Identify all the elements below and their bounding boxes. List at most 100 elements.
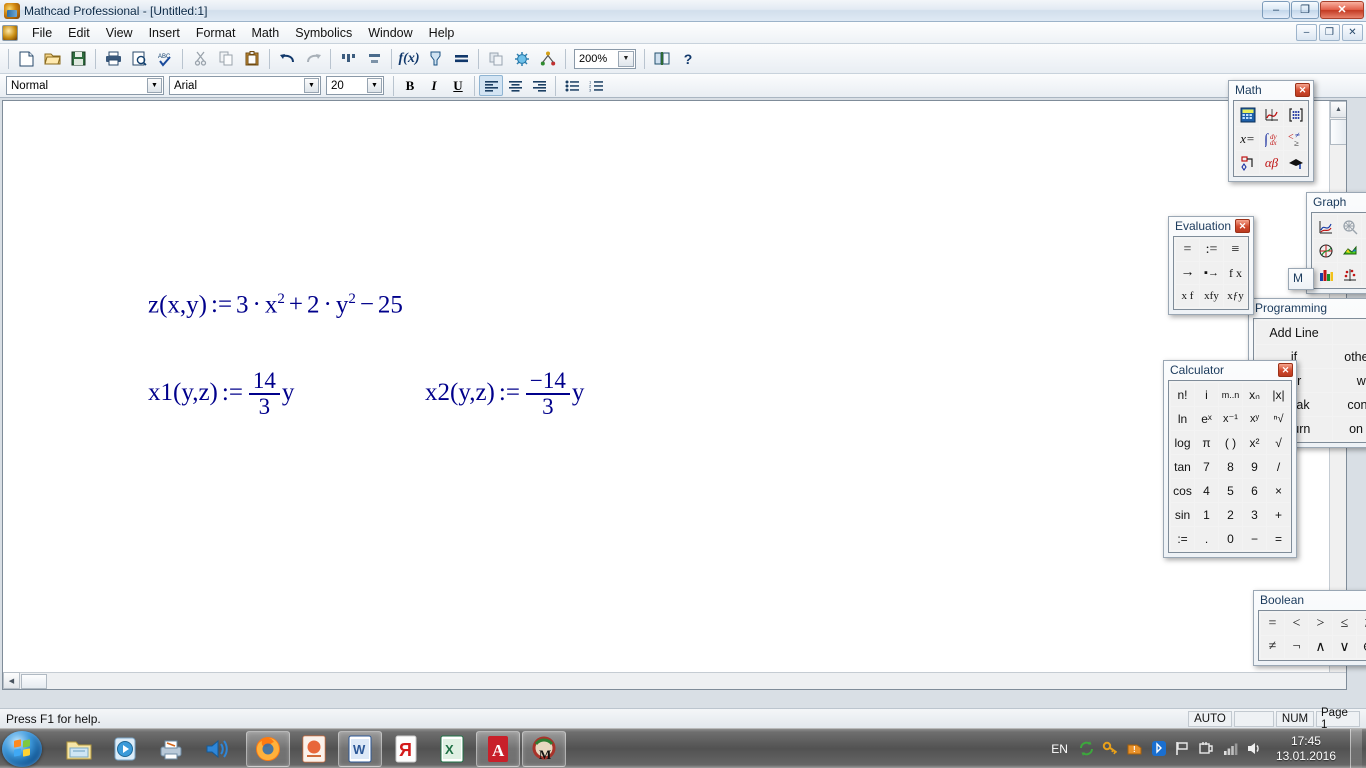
boolean-toolbar-icon[interactable]: < ≠ ≥ (1284, 127, 1307, 150)
global-definition-button[interactable]: ≡ (1224, 239, 1247, 261)
resource-center-button[interactable] (536, 47, 560, 71)
print-button[interactable] (101, 47, 125, 71)
menu-view[interactable]: View (98, 23, 141, 43)
menu-format[interactable]: Format (188, 23, 244, 43)
align-down-button[interactable] (362, 47, 386, 71)
equation-z[interactable]: z(x,y):= 3 · x2 +2 · y2−25 (148, 291, 403, 319)
style-combobox[interactable]: Normal ▼ (6, 76, 164, 95)
zoom-plot-icon[interactable] (1338, 215, 1361, 238)
volume-icon[interactable] (1246, 740, 1264, 758)
greek-toolbar-icon[interactable]: αβ (1260, 151, 1283, 174)
undo-button[interactable] (275, 47, 299, 71)
divide-button[interactable]: / (1267, 455, 1290, 478)
network-signal-icon[interactable] (1222, 740, 1240, 758)
insert-function-button[interactable]: f(x) (397, 47, 421, 71)
context-help-button[interactable]: ? (676, 47, 700, 71)
matrix-palette[interactable]: M (1288, 268, 1314, 290)
logical-and-button[interactable]: ∧ (1309, 636, 1332, 658)
tan-button[interactable]: tan (1171, 455, 1194, 478)
digit-9-button[interactable]: 9 (1243, 455, 1266, 478)
evaluation-toolbar-icon[interactable]: x= (1236, 127, 1259, 150)
cut-button[interactable] (188, 47, 212, 71)
logical-xor-button[interactable]: ⊕ (1357, 636, 1366, 658)
digit-6-button[interactable]: 6 (1243, 479, 1266, 502)
italic-button[interactable]: I (422, 75, 446, 96)
digit-0-button[interactable]: 0 (1219, 527, 1242, 550)
vertical-scroll-thumb[interactable] (1330, 119, 1346, 145)
menu-math[interactable]: Math (243, 23, 287, 43)
digit-4-button[interactable]: 4 (1195, 479, 1218, 502)
add-line-button[interactable]: Add Line (1256, 321, 1332, 344)
multiply-button[interactable]: × (1267, 479, 1290, 502)
new-document-button[interactable] (14, 47, 38, 71)
bold-button[interactable]: B (398, 75, 422, 96)
symbolic-keyword-eval-button[interactable]: ▪→ (1200, 262, 1223, 284)
zoom-combobox[interactable]: 200% ▼ (574, 48, 636, 69)
less-than-button[interactable]: < (1285, 613, 1308, 635)
menu-symbolics[interactable]: Symbolics (287, 23, 360, 43)
save-document-button[interactable] (66, 47, 90, 71)
treefix-operator-button[interactable]: xƒy (1224, 285, 1247, 307)
digit-1-button[interactable]: 1 (1195, 503, 1218, 526)
menu-window[interactable]: Window (360, 23, 420, 43)
inverse-button[interactable]: x⁻¹ (1219, 407, 1242, 430)
close-icon[interactable]: ✕ (1295, 83, 1310, 97)
start-button[interactable] (2, 730, 42, 767)
assign-button[interactable]: := (1171, 527, 1194, 550)
subscript-button[interactable]: m..n (1219, 383, 1242, 406)
spell-check-button[interactable]: ABC (153, 47, 177, 71)
equals-button[interactable]: = (1176, 239, 1199, 261)
bullet-list-button[interactable] (560, 75, 584, 96)
minus-button[interactable]: − (1243, 527, 1266, 550)
document-icon[interactable] (2, 24, 18, 41)
prefix-operator-button[interactable]: x f (1176, 285, 1199, 307)
logical-or-button[interactable]: ∨ (1333, 636, 1356, 658)
calculator-palette[interactable]: Calculator ✕ n! i m..n xₙ |x| ln eˣ x⁻¹ … (1163, 360, 1297, 558)
flag-icon[interactable] (1174, 740, 1192, 758)
pi-button[interactable]: π (1195, 431, 1218, 454)
sync-icon[interactable] (1078, 740, 1096, 758)
plus-button[interactable]: + (1267, 503, 1290, 526)
polar-plot-icon[interactable] (1314, 239, 1337, 262)
align-right-button[interactable] (527, 75, 551, 96)
taskbar-media-player[interactable] (103, 731, 147, 767)
print-preview-button[interactable] (127, 47, 151, 71)
matrix-toolbar-icon[interactable] (1284, 103, 1307, 126)
power-icon[interactable] (1198, 740, 1216, 758)
calculate-button[interactable] (449, 47, 473, 71)
square-root-button[interactable]: √ (1267, 431, 1290, 454)
scroll-left-button[interactable]: ◀ (3, 672, 20, 689)
factorial-button[interactable]: n! (1171, 383, 1194, 406)
taskbar-mathcad[interactable]: M (522, 730, 566, 767)
close-icon[interactable]: ✕ (1235, 219, 1250, 233)
underline-button[interactable]: U (446, 75, 470, 96)
equals-button[interactable]: = (1267, 527, 1290, 550)
sin-button[interactable]: sin (1171, 503, 1194, 526)
continue-button[interactable]: continue (1333, 393, 1366, 416)
square-button[interactable]: x² (1243, 431, 1266, 454)
on-error-button[interactable]: on error (1333, 417, 1366, 440)
align-across-button[interactable] (336, 47, 360, 71)
horizontal-scroll-thumb[interactable] (21, 673, 47, 689)
taskbar-printer[interactable] (149, 731, 193, 767)
graph-palette[interactable]: Graph (1306, 192, 1366, 294)
while-button[interactable]: while (1333, 369, 1366, 392)
language-indicator[interactable]: EN (1051, 742, 1068, 756)
chevron-down-icon[interactable]: ▼ (304, 78, 319, 93)
menu-file[interactable]: File (24, 23, 60, 43)
digit-3-button[interactable]: 3 (1243, 503, 1266, 526)
greater-equal-button[interactable]: ≥ (1357, 613, 1366, 635)
worksheet-canvas[interactable]: z(x,y):= 3 · x2 +2 · y2−25 x1(y,z):= 14 3 y x2(y,… (2, 100, 1347, 690)
taskbar-excel[interactable]: X (430, 731, 474, 767)
math-palette-titlebar[interactable]: Math ✕ (1229, 81, 1313, 99)
mdi-close-button[interactable]: ✕ (1342, 24, 1363, 41)
paste-button[interactable] (240, 47, 264, 71)
digit-7-button[interactable]: 7 (1195, 455, 1218, 478)
programming-palette-titlebar[interactable]: Programming (1249, 299, 1366, 317)
scroll-up-button[interactable]: ▲ (1330, 101, 1346, 118)
font-size-combobox[interactable]: 20 ▼ (326, 76, 384, 95)
menu-edit[interactable]: Edit (60, 23, 98, 43)
math-palette[interactable]: Math ✕ x= ∫ dy dx < ≠ ≥ αβ (1228, 80, 1314, 182)
logical-not-button[interactable]: ¬ (1285, 636, 1308, 658)
otherwise-button[interactable]: otherwise (1333, 345, 1366, 368)
